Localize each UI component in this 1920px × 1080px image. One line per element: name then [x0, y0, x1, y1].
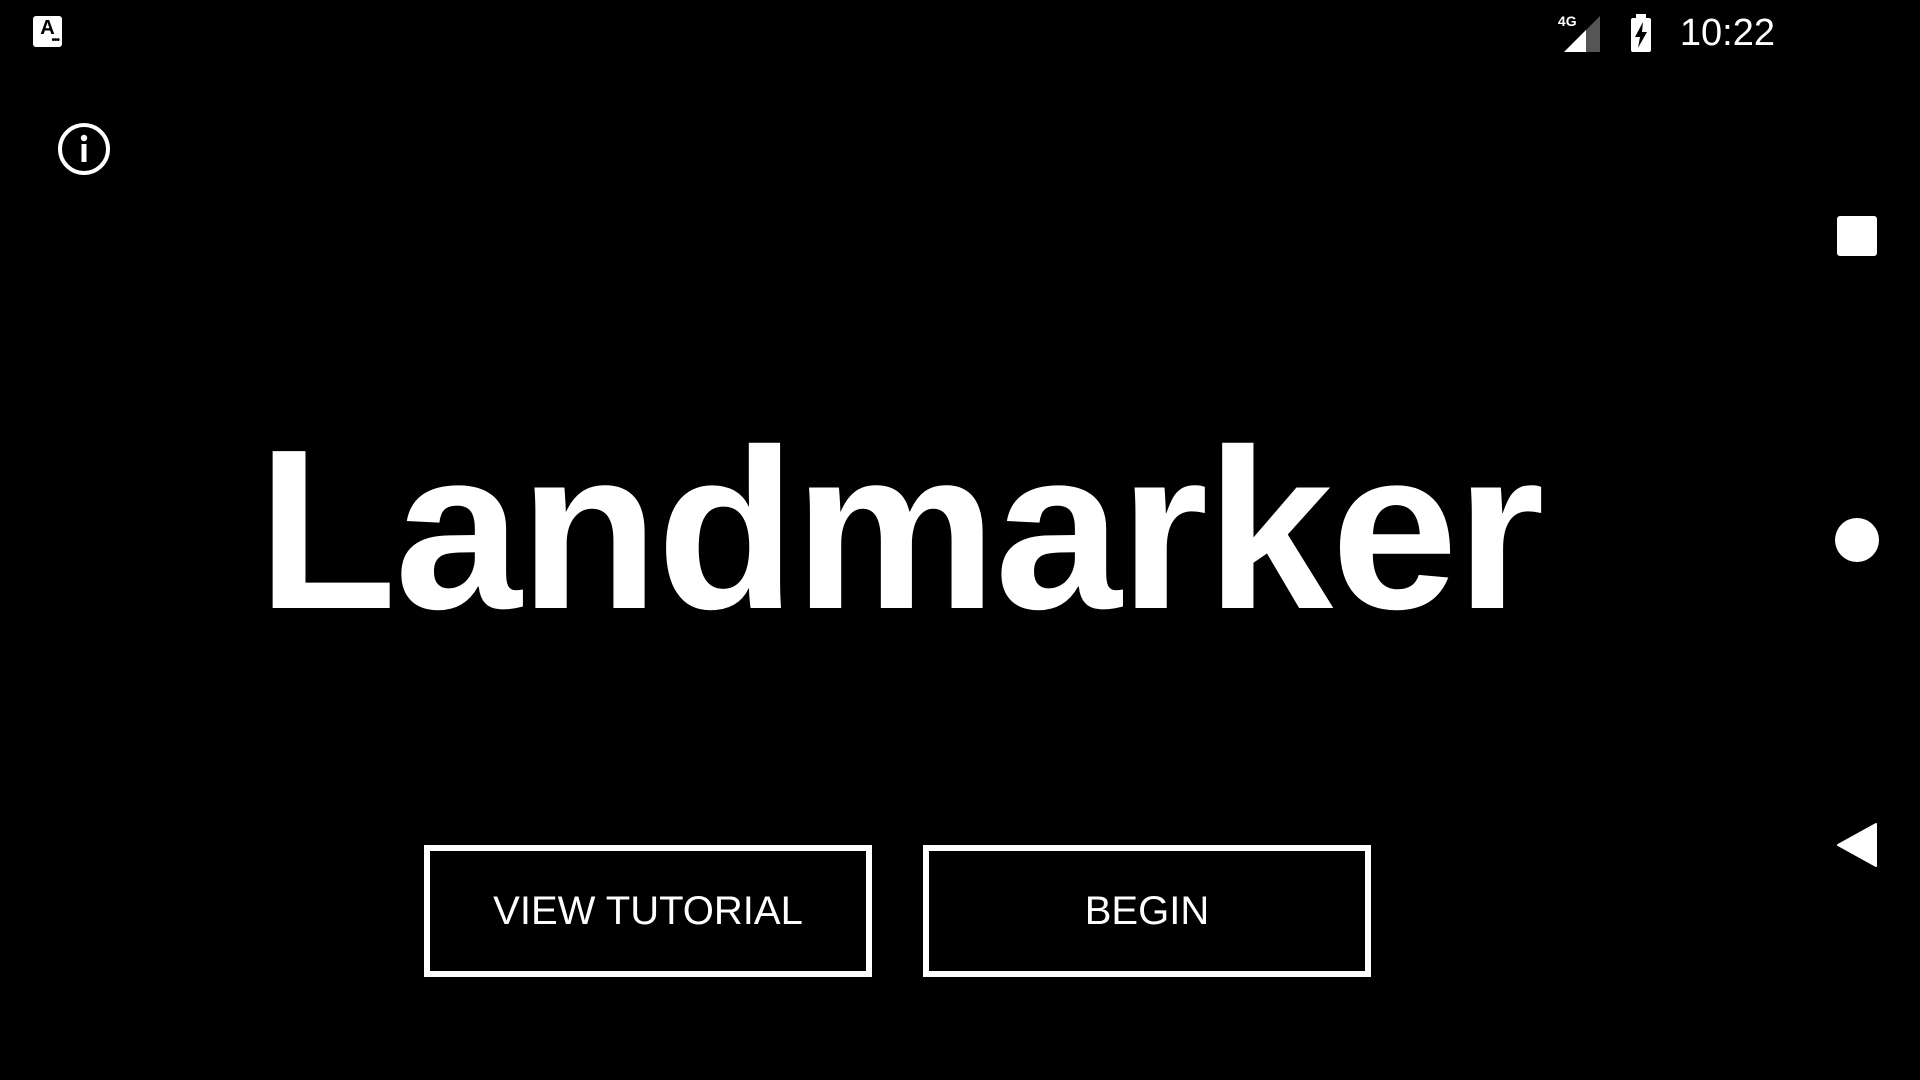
- network-type-label: 4G: [1557, 13, 1577, 29]
- recents-icon[interactable]: [1837, 216, 1877, 256]
- status-bar-right: 4G 10:22: [1557, 8, 1775, 58]
- app-icon-dots: •••: [51, 35, 59, 46]
- status-clock: 10:22: [1679, 12, 1775, 54]
- info-button[interactable]: [57, 122, 111, 176]
- app-screen: A ••• 4G 10:22 Landmarker VIEW TUTORIAL: [0, 0, 1920, 1080]
- app-title: Landmarker: [257, 403, 1544, 657]
- view-tutorial-button[interactable]: VIEW TUTORIAL: [424, 845, 872, 977]
- begin-button[interactable]: BEGIN: [923, 845, 1371, 977]
- view-tutorial-label: VIEW TUTORIAL: [493, 888, 803, 933]
- begin-label: BEGIN: [1084, 888, 1210, 933]
- signal-icon: 4G: [1557, 12, 1602, 54]
- info-icon: [58, 123, 110, 175]
- accessibility-app-icon: A •••: [33, 16, 62, 47]
- battery-charging-icon: [1630, 14, 1651, 52]
- home-icon[interactable]: [1835, 518, 1879, 562]
- back-icon[interactable]: [1836, 822, 1878, 868]
